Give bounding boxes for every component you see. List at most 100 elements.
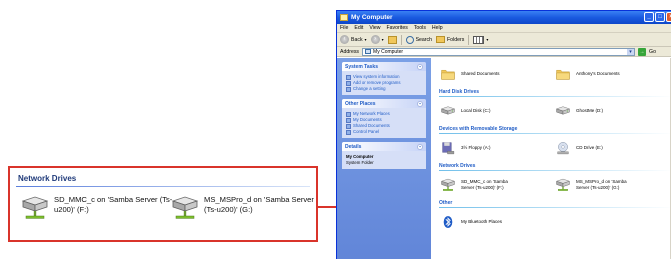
back-button[interactable]: ‹ Back ▾: [340, 35, 367, 44]
back-label: Back: [351, 36, 363, 43]
folder-icon: [346, 123, 351, 129]
menu-favorites[interactable]: Favorites: [386, 24, 407, 32]
toolbar: ‹ Back ▾ › ▾ Search Folders ▾: [337, 33, 671, 47]
callout-divider: [16, 186, 310, 187]
folders-label: Folders: [447, 36, 465, 43]
floppy-drive-icon: [439, 141, 457, 155]
network-places-icon: [346, 111, 351, 117]
menu-edit[interactable]: Edit: [354, 24, 363, 32]
callout-drive-label: SD_MMC_c on 'Samba Server (Ts-u200)' (F:…: [54, 195, 173, 214]
other-places-panel: Other Places ⌃ My Network Places My Docu…: [342, 99, 426, 138]
panel-title: Other Places: [345, 100, 376, 107]
content-area: System Tasks ⌃ View system information A…: [337, 58, 671, 259]
folder-icon: [439, 67, 457, 81]
maximize-button[interactable]: □: [655, 12, 665, 22]
system-tasks-header[interactable]: System Tasks ⌃: [342, 62, 426, 71]
network-drive-icon: [20, 195, 50, 221]
panel-title: System Tasks: [345, 63, 378, 70]
folders-icon: [436, 36, 446, 43]
task-label: Change a setting: [353, 86, 386, 91]
task-change-setting[interactable]: Change a setting: [346, 86, 423, 92]
bluetooth-item[interactable]: My Bluetooth Places: [439, 215, 554, 229]
item-label: SD_MMC_c on 'Samba Server (Ts-u200)' (F:…: [461, 179, 508, 190]
folders-button[interactable]: Folders: [436, 36, 464, 43]
section-heading-network-drives: Network Drives: [439, 161, 671, 171]
chevron-up-icon[interactable]: ⌃: [417, 100, 423, 107]
search-button[interactable]: Search: [405, 35, 433, 44]
section-heading-other: Other: [439, 198, 671, 208]
details-header[interactable]: Details ⌃: [342, 142, 426, 151]
go-button[interactable]: →: [638, 47, 647, 56]
hard-drive-icon: [439, 104, 457, 118]
go-label[interactable]: Go: [649, 49, 656, 55]
minimize-button[interactable]: _: [644, 12, 654, 22]
details-type: System Folder: [346, 160, 374, 165]
network-drive-icon: [170, 195, 200, 221]
system-info-icon: [346, 74, 351, 80]
network-drives-callout: Network Drives SD_MMC_c on 'Samba Server…: [8, 166, 318, 242]
other-row: My Bluetooth Places: [439, 208, 671, 235]
chevron-up-icon[interactable]: ⌃: [417, 143, 423, 150]
callout-section-title: Network Drives: [18, 174, 77, 183]
folder-item[interactable]: Shared Documents: [439, 67, 554, 81]
network-drive-item[interactable]: SD_MMC_c on 'Samba Server (Ts-u200)' (F:…: [439, 178, 554, 192]
my-computer-icon: [340, 14, 348, 21]
folder-item[interactable]: Anthony's Documents: [554, 67, 669, 81]
drive-item[interactable]: 3½ Floppy (A:): [439, 141, 554, 155]
network-drives-row: SD_MMC_c on 'Samba Server (Ts-u200)' (F:…: [439, 171, 671, 198]
search-label: Search: [415, 36, 433, 43]
search-icon: [405, 35, 414, 44]
forward-button[interactable]: › ▾: [370, 35, 384, 44]
callout-drive-item[interactable]: MS_MSPro_d on 'Samba Server (Ts-u200)' (…: [170, 195, 324, 221]
callout-drive-label: MS_MSPro_d on 'Samba Server (Ts-u200)' (…: [204, 195, 314, 214]
shared-folders-row: Shared Documents Anthony's Documents: [439, 60, 671, 87]
address-value: My Computer: [373, 48, 404, 55]
my-computer-icon: [365, 49, 372, 54]
place-control-panel[interactable]: Control Panel: [346, 129, 423, 135]
item-label: CD Drive (E:): [576, 144, 603, 150]
removable-row: 3½ Floppy (A:) CD Drive (E:): [439, 134, 671, 161]
item-label: Shared Documents: [461, 70, 500, 76]
chevron-up-icon[interactable]: ⌃: [417, 63, 423, 70]
close-button[interactable]: ×: [666, 12, 671, 22]
callout-drive-item[interactable]: SD_MMC_c on 'Samba Server (Ts-u200)' (F:…: [20, 195, 174, 221]
other-places-header[interactable]: Other Places ⌃: [342, 99, 426, 108]
item-label: Anthony's Documents: [576, 70, 620, 76]
item-label: GhostMe (D:): [576, 107, 604, 113]
forward-arrow-icon: ›: [370, 35, 380, 44]
system-tasks-panel: System Tasks ⌃ View system information A…: [342, 62, 426, 95]
drive-item[interactable]: CD Drive (E:): [554, 141, 669, 155]
bluetooth-icon: [439, 215, 457, 229]
menu-help[interactable]: Help: [432, 24, 443, 32]
address-bar: Address My Computer ▾ → Go: [337, 47, 671, 57]
drive-item[interactable]: GhostMe (D:): [554, 104, 669, 118]
programs-icon: [346, 80, 351, 86]
item-view: Shared Documents Anthony's Documents Har…: [431, 58, 671, 259]
views-icon: [473, 35, 485, 44]
views-button[interactable]: ▾: [473, 35, 488, 44]
item-label: MS_MSPro_d on 'Samba Server (Ts-u200)' (…: [576, 179, 627, 190]
place-label: Control Panel: [353, 129, 380, 134]
address-label: Address: [340, 48, 360, 55]
toolbar-separator: [400, 34, 402, 45]
cd-drive-icon: [554, 141, 572, 155]
menu-view[interactable]: View: [369, 24, 380, 32]
up-folder-icon[interactable]: [387, 35, 397, 44]
folder-icon: [554, 67, 572, 81]
panel-title: Details: [345, 143, 362, 150]
section-heading-hard-disk-drives: Hard Disk Drives: [439, 87, 671, 97]
menu-tools[interactable]: Tools: [414, 24, 426, 32]
explorer-window: My Computer _ □ × File Edit View Favorit…: [336, 10, 671, 259]
menu-file[interactable]: File: [340, 24, 348, 32]
title-bar[interactable]: My Computer _ □ ×: [337, 11, 671, 24]
network-drive-item[interactable]: MS_MSPro_d on 'Samba Server (Ts-u200)' (…: [554, 178, 669, 192]
address-field[interactable]: My Computer ▾: [362, 47, 636, 56]
item-label: Local Disk (C:): [461, 107, 491, 113]
hard-drive-icon: [554, 104, 572, 118]
chevron-down-icon[interactable]: ▾: [627, 48, 635, 55]
documents-icon: [346, 117, 351, 123]
network-drive-icon: [554, 178, 572, 192]
details-panel: Details ⌃ My Computer System Folder: [342, 142, 426, 169]
item-label: 3½ Floppy (A:): [461, 144, 491, 150]
drive-item[interactable]: Local Disk (C:): [439, 104, 554, 118]
